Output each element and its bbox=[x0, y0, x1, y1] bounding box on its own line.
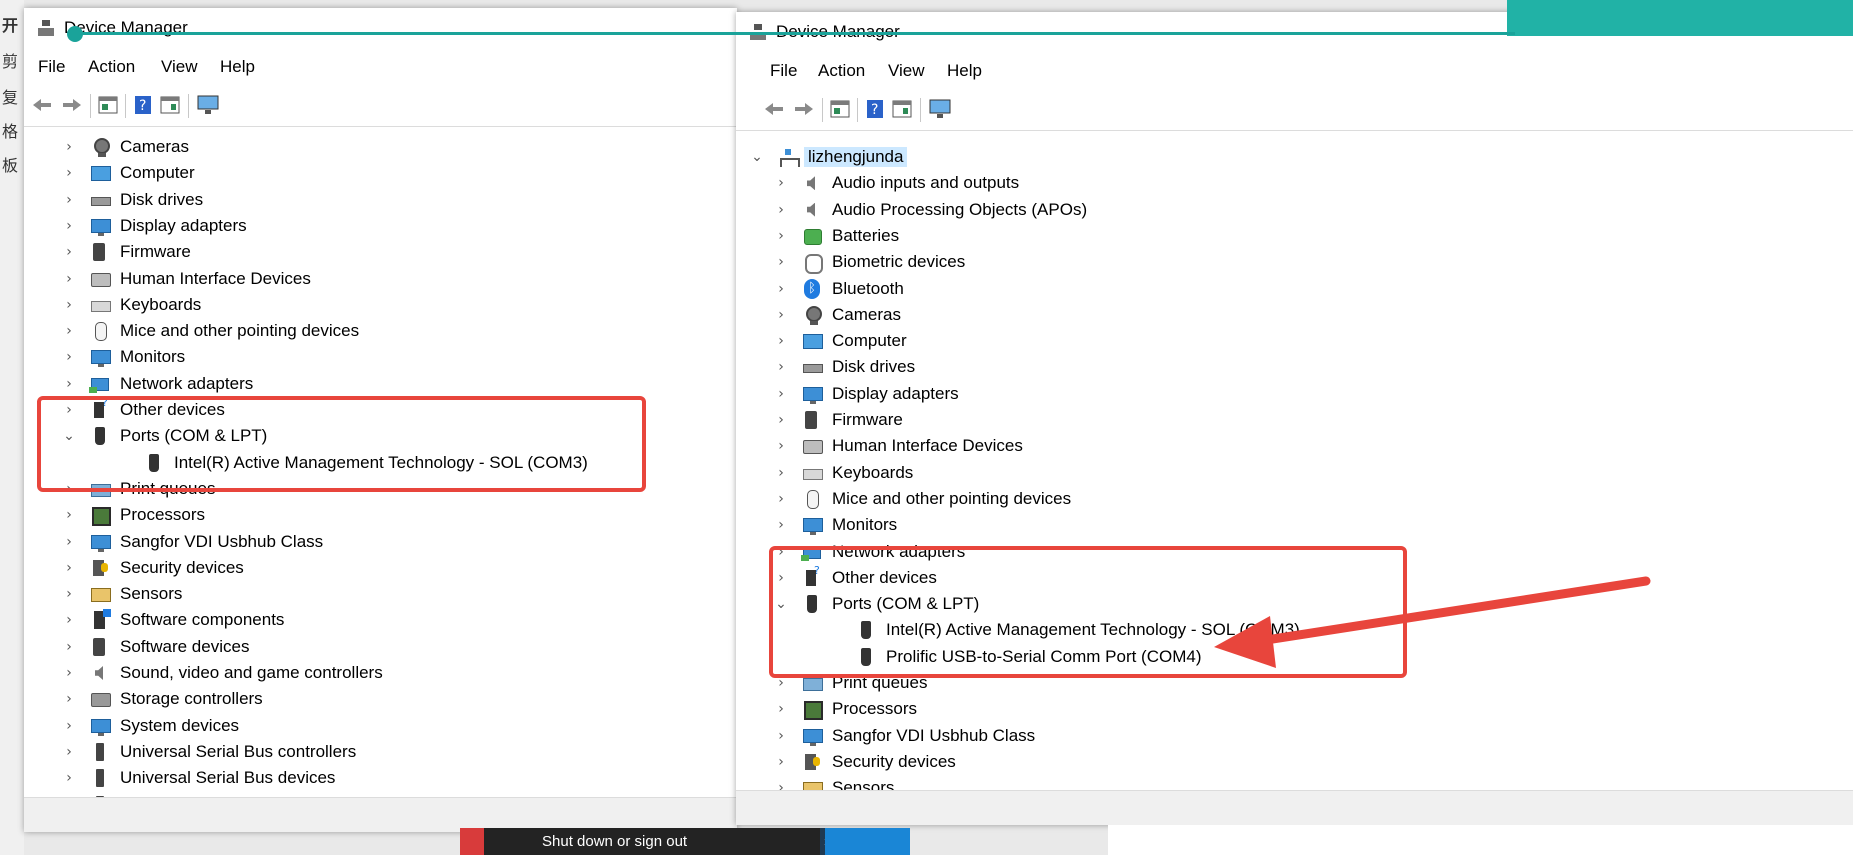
shutdown-menu-item[interactable]: Shut down or sign out › bbox=[484, 828, 829, 855]
background-white-panel bbox=[1108, 825, 1853, 855]
taskbar-red-segment bbox=[460, 828, 484, 855]
taskbar-blue-segment bbox=[825, 828, 910, 855]
annotation-arrow bbox=[1214, 576, 1651, 668]
taskbar-fragment: Shut down or sign out › bbox=[460, 828, 910, 855]
shutdown-label: Shut down or sign out bbox=[542, 833, 688, 850]
